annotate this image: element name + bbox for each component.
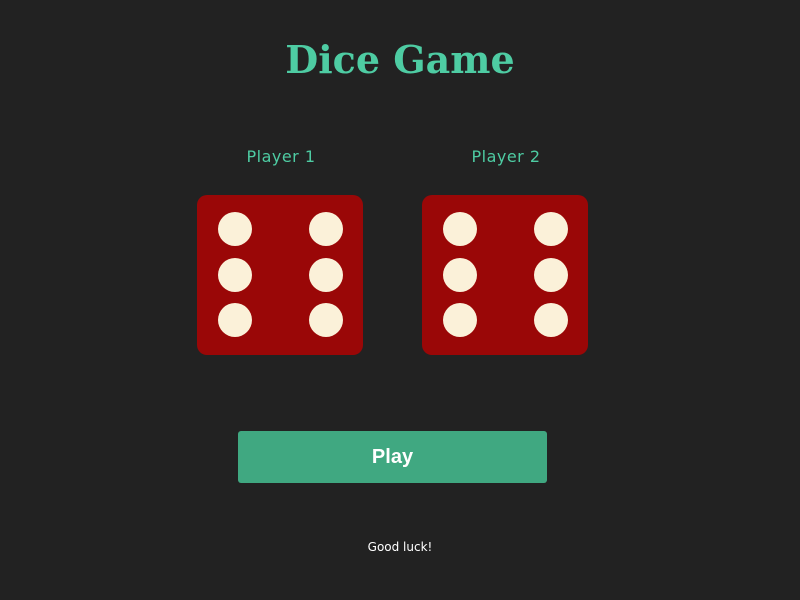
game-page: Dice Game Player 1 Player 2 Play Good lu… <box>0 0 800 600</box>
die-pip <box>443 303 477 337</box>
die-pip <box>218 303 252 337</box>
die-pip <box>534 258 568 292</box>
play-button[interactable]: Play <box>238 431 547 483</box>
die-pip <box>443 212 477 246</box>
die-pip <box>534 212 568 246</box>
die-pip <box>534 303 568 337</box>
player-2-label: Player 2 <box>471 147 541 166</box>
page-title: Dice Game <box>285 37 515 82</box>
footer-message: Good luck! <box>367 540 433 554</box>
player-1-label: Player 1 <box>246 147 316 166</box>
die-pip <box>218 212 252 246</box>
player-1-die <box>197 195 363 355</box>
die-pip <box>443 258 477 292</box>
die-pip <box>309 258 343 292</box>
player-2-die <box>422 195 588 355</box>
die-pip <box>218 258 252 292</box>
die-pip <box>309 303 343 337</box>
die-pip <box>309 212 343 246</box>
